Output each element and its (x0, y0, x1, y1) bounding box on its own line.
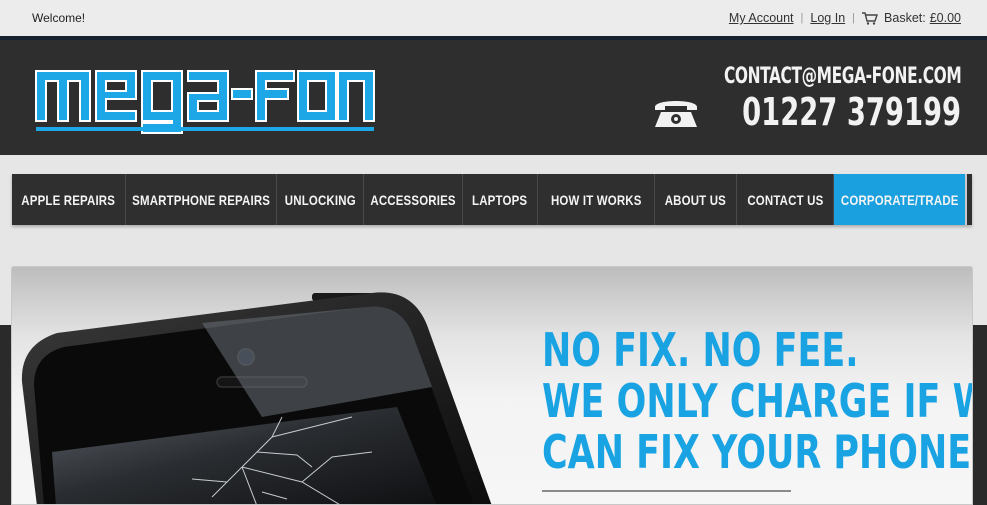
nav-item-accessories[interactable]: Accessories (364, 174, 463, 225)
welcome-text: Welcome! (32, 11, 86, 25)
nav-label: About Us (664, 191, 727, 208)
main-navigation: Apple Repairs Smartphone Repairs Unlocki… (12, 174, 972, 225)
nav-item-apple-repairs[interactable]: Apple Repairs (12, 174, 126, 225)
shopping-cart-icon[interactable] (862, 11, 879, 25)
nav-item-laptops[interactable]: Laptops (463, 174, 538, 225)
nav-label: Smartphone Repairs (132, 191, 270, 208)
nav-label: Laptops (472, 191, 528, 208)
nav-item-smartphone-repairs[interactable]: Smartphone Repairs (126, 174, 277, 225)
headline-line: CAN FIX YOUR PHONE (542, 425, 972, 479)
telephone-icon (653, 95, 699, 129)
nav-label: Apple Repairs (21, 191, 116, 208)
phone-contact: 01227 379199 (653, 90, 961, 134)
hero-banner[interactable]: NO FIX. NO FEE. WE ONLY CHARGE IF WE CAN… (11, 266, 973, 505)
basket-label: Basket: (884, 11, 926, 25)
nav-end-cap (965, 174, 970, 225)
top-bar: Welcome! My Account | Log In | Basket: £… (0, 0, 987, 36)
nav-label: Accessories (370, 191, 456, 208)
nav-item-corporate-trade[interactable]: Corporate/Trade (834, 174, 965, 225)
basket-total-link[interactable]: £0.00 (930, 11, 961, 25)
nav-label: How It Works (550, 191, 642, 208)
contact-email[interactable]: CONTACT@MEGA-FONE.COM (724, 64, 962, 89)
nav-label: Unlocking (284, 191, 356, 208)
nav-item-unlocking[interactable]: Unlocking (277, 174, 364, 225)
nav-item-how-it-works[interactable]: How It Works (538, 174, 655, 225)
phone-number[interactable]: 01227 379199 (742, 90, 961, 134)
nav-item-contact-us[interactable]: Contact Us (737, 174, 834, 225)
my-account-link[interactable]: My Account (729, 11, 794, 25)
hero-divider (542, 490, 791, 492)
account-links: My Account | Log In | Basket: £0.00 (729, 11, 961, 25)
nav-label: Contact Us (746, 191, 824, 208)
site-header: CONTACT@MEGA-FONE.COM 01227 379199 (0, 36, 987, 155)
headline-line: WE ONLY CHARGE IF WE (542, 374, 973, 428)
nav-item-about-us[interactable]: About Us (655, 174, 737, 225)
nav-label: Corporate/Trade (840, 191, 959, 208)
site-logo[interactable] (32, 57, 378, 137)
hero-headline: NO FIX. NO FEE. WE ONLY CHARGE IF WE CAN… (542, 323, 973, 479)
separator: | (800, 12, 804, 24)
log-in-link[interactable]: Log In (810, 11, 845, 25)
broken-phone-image (21, 292, 492, 504)
separator: | (852, 12, 856, 24)
headline-line: NO FIX. NO FEE. (542, 323, 859, 377)
